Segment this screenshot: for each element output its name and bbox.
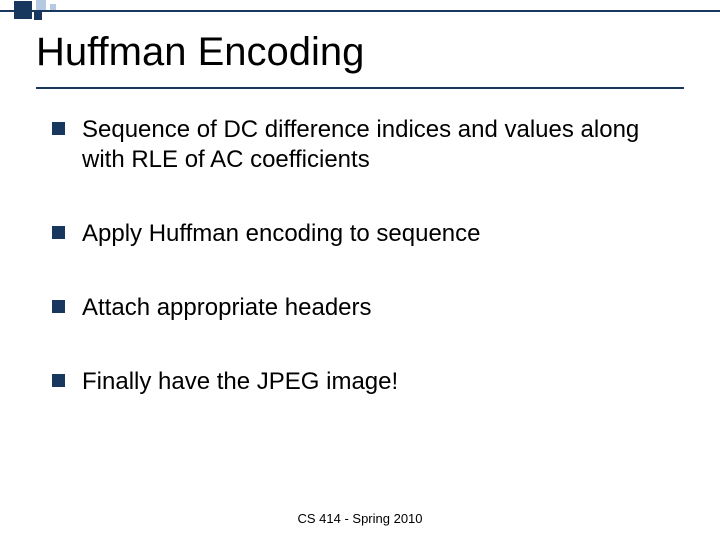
footer-text: CS 414 - Spring 2010 [0,511,720,526]
bullet-text: Apply Huffman encoding to sequence [82,220,481,247]
square-bullet-icon [52,226,65,239]
deco-square-icon [36,0,46,10]
deco-square-icon [50,4,56,10]
slide: Huffman Encoding Sequence of DC differen… [0,0,720,540]
corner-decoration [0,0,720,22]
list-item: Attach appropriate headers [52,293,684,323]
bullet-list: Sequence of DC difference indices and va… [52,115,684,397]
bullet-text: Sequence of DC difference indices and va… [82,116,639,173]
bullet-text: Attach appropriate headers [82,294,372,321]
list-item: Finally have the JPEG image! [52,367,684,397]
list-item: Sequence of DC difference indices and va… [52,115,684,175]
bullet-text: Finally have the JPEG image! [82,368,398,395]
square-bullet-icon [52,374,65,387]
deco-square-icon [14,1,32,19]
slide-title: Huffman Encoding [36,30,684,75]
list-item: Apply Huffman encoding to sequence [52,219,684,249]
square-bullet-icon [52,300,65,313]
top-rule [0,10,720,12]
title-area: Huffman Encoding [0,30,720,81]
deco-square-icon [34,12,42,20]
square-bullet-icon [52,122,65,135]
body-area: Sequence of DC difference indices and va… [0,89,720,540]
